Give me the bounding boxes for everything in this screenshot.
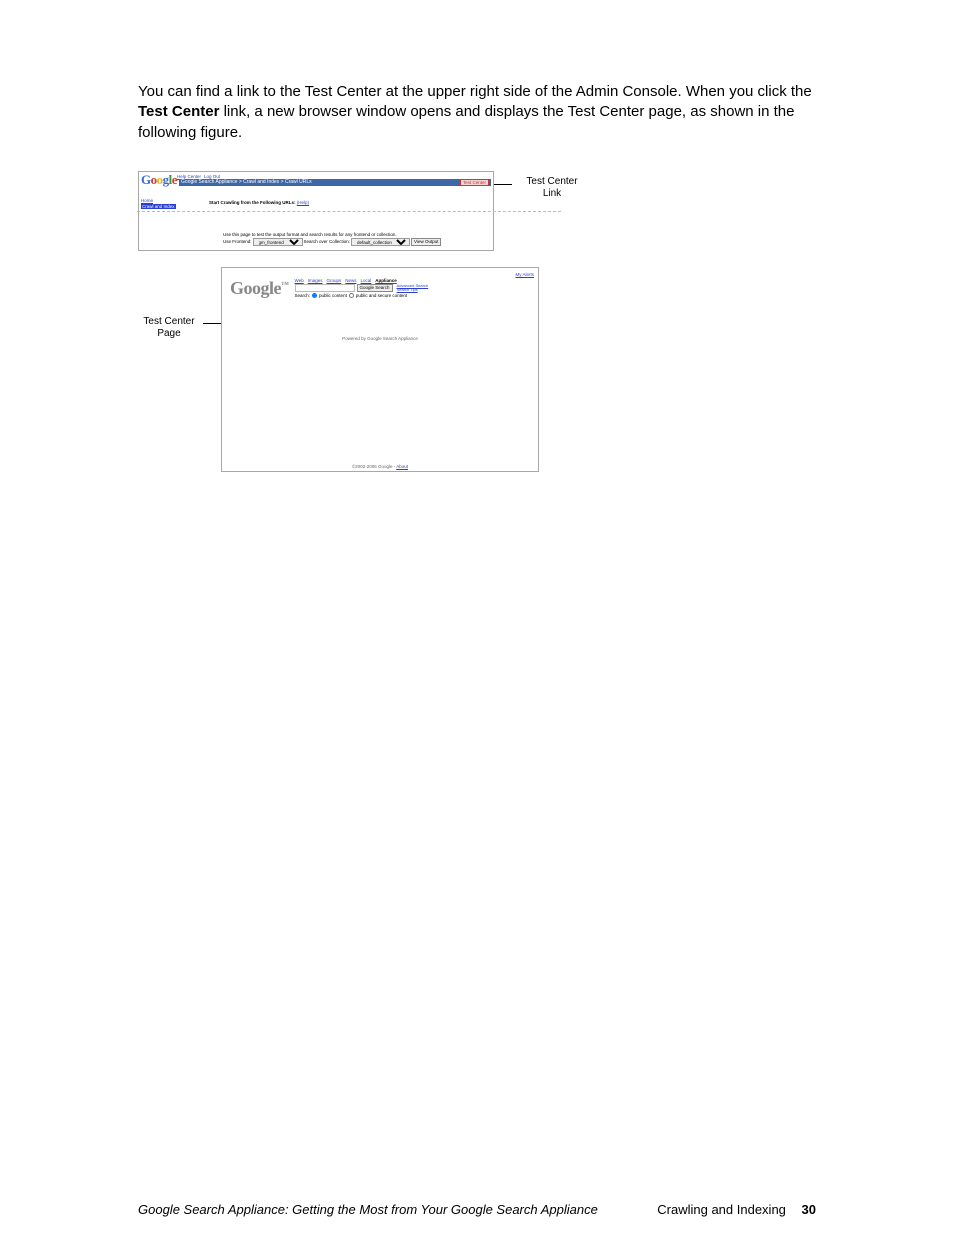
tab-appliance[interactable]: Appliance [375,278,397,283]
frontend-select[interactable]: gm_frontend [253,238,303,246]
search-scope-label: Search: [295,293,311,298]
figure: Test Center Link Test Center Page Google… [138,171,818,481]
start-crawl-label: Start Crawling from the Following URLs: [209,200,296,205]
tear-line [137,211,561,212]
sidebar-crawl-index[interactable]: Crawl and Index [141,204,176,209]
admin-sidebar: Home Crawl and Index [141,198,176,209]
test-center-button[interactable]: Test Center [460,179,489,186]
page-footer: Google Search Appliance: Getting the Mos… [138,1202,816,1217]
powered-by-text: Powered by Google Search Appliance [222,336,538,341]
tab-images[interactable]: Images [308,278,323,283]
callout-line-left [203,323,223,324]
radio-public[interactable] [312,293,317,298]
radio-public-label: public content [319,293,347,298]
google-search-button[interactable]: Google Search [357,284,393,292]
tab-local[interactable]: Local [361,278,372,283]
my-alerts-link[interactable]: My Alerts [515,272,534,277]
footer-doc-title: Google Search Appliance: Getting the Mos… [138,1202,598,1217]
search-input[interactable] [295,284,355,292]
radio-both-label: public and secure content [356,293,407,298]
page-number: 30 [802,1202,816,1217]
footer-section: Crawling and Indexing [657,1202,786,1217]
google-logo: Google [141,172,177,188]
view-output-button[interactable]: View Output [411,238,441,246]
help-link[interactable]: (Help) [297,200,309,205]
admin-controls: Use this page to test the output format … [223,232,489,246]
test-center-page-screenshot: My Alerts Google™ Web Images Groups News… [221,267,539,472]
breadcrumb-text: Google Search Appliance > Crawl and Inde… [181,179,312,185]
sidebar-home[interactable]: Home [141,198,176,203]
intro-line2: link, a new browser window opens and dis… [138,103,794,140]
google-logo-gray: Google™ [230,278,289,299]
about-link[interactable]: About [396,464,408,469]
tab-groups[interactable]: Groups [326,278,341,283]
callout-test-center-link: Test Center Link [516,176,588,200]
intro-line1: You can find a link to the Test Center a… [138,83,812,100]
search-over-label: Search over Collection: [304,239,351,244]
admin-header: Google Help Center Log Out Google Search… [139,172,493,186]
tab-news[interactable]: News [345,278,356,283]
callout-test-center-page: Test Center Page [135,316,203,340]
radio-both[interactable] [349,293,354,298]
collection-select[interactable]: default_collection [351,238,410,246]
instruction-text: Use this page to test the output format … [223,232,489,237]
test-center-footer: ©2002-2006 Google - About [222,464,538,469]
intro-bold: Test Center [138,103,219,120]
use-frontend-label: Use Frontend: [223,239,252,244]
copyright-text: ©2002-2006 Google - [352,464,396,469]
tab-web[interactable]: Web [295,278,304,283]
admin-main: Start Crawling from the Following URLs: … [209,200,489,212]
search-tabs: Web Images Groups News Local Appliance [295,278,429,283]
intro-paragraph: You can find a link to the Test Center a… [138,82,816,143]
search-tips-link[interactable]: Search Tips [397,288,429,292]
breadcrumb-bar: Google Search Appliance > Crawl and Inde… [179,179,491,186]
admin-console-screenshot: Google Help Center Log Out Google Search… [138,171,494,251]
